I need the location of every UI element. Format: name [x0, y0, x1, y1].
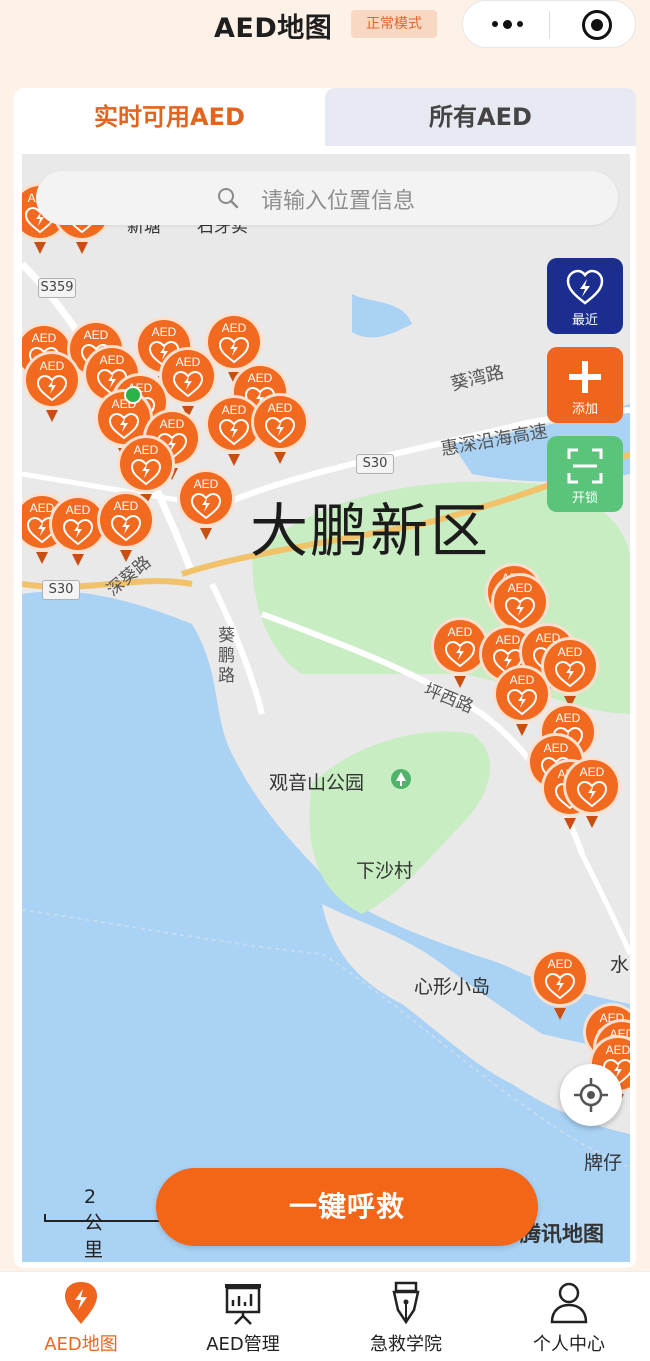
aed-marker[interactable]: AED [250, 392, 310, 466]
place-label-shui: 水 [610, 954, 630, 976]
tab-all-aed[interactable]: 所有AED [325, 88, 636, 146]
road-shield-s30: S30 [356, 454, 394, 474]
close-mini-program-icon[interactable] [582, 10, 612, 40]
aed-marker-label: AED [544, 741, 569, 755]
aed-marker-label: AED [84, 328, 109, 342]
aed-marker-label: AED [248, 371, 273, 385]
nav-label-aed-management: AED管理 [206, 1334, 280, 1355]
location-search-bar[interactable]: 请输入位置信息 [36, 171, 618, 225]
aed-marker-label: AED [222, 403, 247, 417]
current-location-dot [124, 386, 142, 404]
scan-frame-icon [567, 448, 603, 484]
scale-bar [44, 1214, 164, 1222]
scale-text: 2公里 [84, 1186, 104, 1261]
user-profile-icon [550, 1282, 588, 1324]
nav-item-aed-map[interactable]: AED地图 [0, 1272, 162, 1361]
place-label-xiasha-village: 下沙村 [356, 860, 414, 882]
aed-marker-label: AED [176, 355, 201, 369]
aed-marker-label: AED [194, 477, 219, 491]
search-icon [218, 188, 239, 209]
crosshair-icon [574, 1078, 608, 1112]
road-label-kuipeng: 葵鹏路 [218, 626, 235, 686]
bottom-tab-bar: AED地图 AED管理 急救学院 个人中心 [0, 1271, 650, 1361]
nearest-label: 最近 [571, 313, 598, 328]
aed-marker-label: AED [606, 1043, 630, 1057]
place-label-paizi: 牌仔 [584, 1152, 623, 1174]
mini-program-capsule [462, 0, 636, 48]
nav-label-first-aid-academy: 急救学院 [370, 1334, 442, 1355]
place-label-guanyinshan-park: 观音山公园 [269, 772, 365, 794]
emergency-call-button[interactable]: 一键呼救 [156, 1168, 538, 1246]
heart-bolt-icon [566, 269, 604, 305]
nearest-aed-button[interactable]: 最近 [547, 258, 623, 334]
more-options-icon[interactable] [487, 1, 527, 47]
aed-marker-label: AED [580, 765, 605, 779]
locate-me-button[interactable] [560, 1064, 622, 1126]
map-panel: 实时可用AED 所有AED 新塘 石牙实 大鹏新区 观音山公园 下沙村 心形小岛… [14, 88, 636, 1268]
aed-marker[interactable]: AED [562, 756, 622, 830]
aed-marker-label: AED [66, 503, 91, 517]
aed-marker-label: AED [558, 645, 583, 659]
app-title: AED地图 [214, 13, 333, 44]
map-view[interactable]: 新塘 石牙实 大鹏新区 观音山公园 下沙村 心形小岛 牌仔 水 葵湾路 惠深沿海… [22, 154, 630, 1262]
aed-marker-label: AED [114, 499, 139, 513]
nav-item-first-aid-academy[interactable]: 急救学院 [325, 1272, 487, 1361]
search-placeholder: 请输入位置信息 [261, 189, 416, 214]
capsule-divider [549, 11, 550, 39]
aed-marker[interactable]: AED [22, 350, 82, 424]
road-shield-s30-west: S30 [42, 580, 80, 600]
aed-marker-label: AED [134, 443, 159, 457]
aed-marker-label: AED [160, 417, 185, 431]
tab-available-aed[interactable]: 实时可用AED [14, 88, 325, 146]
aed-marker[interactable]: AED [530, 948, 590, 1022]
aed-marker-label: AED [510, 673, 535, 687]
aed-marker-label: AED [40, 359, 65, 373]
aed-marker-label: AED [268, 401, 293, 415]
place-label-heart-island: 心形小岛 [414, 976, 491, 998]
district-label: 大鹏新区 [250, 497, 491, 565]
add-aed-button[interactable]: 添加 [547, 347, 623, 423]
aed-marker[interactable]: AED [176, 468, 236, 542]
aed-marker[interactable]: AED [96, 490, 156, 564]
aed-marker-label: AED [152, 325, 177, 339]
unlock-label: 开锁 [571, 491, 598, 506]
add-label: 添加 [571, 402, 598, 417]
presentation-board-icon [225, 1284, 261, 1325]
aed-map-pin-icon [65, 1282, 97, 1324]
aed-marker-label: AED [100, 353, 125, 367]
plus-icon [569, 361, 601, 393]
aed-marker-label: AED [548, 957, 573, 971]
mode-badge: 正常模式 [351, 10, 437, 38]
aed-marker-label: AED [556, 711, 581, 725]
aed-marker-label: AED [508, 581, 533, 595]
nav-item-aed-management[interactable]: AED管理 [162, 1272, 324, 1361]
aed-marker-label: AED [222, 321, 247, 335]
scan-unlock-button[interactable]: 开锁 [547, 436, 623, 512]
aed-marker-label: AED [496, 633, 521, 647]
nav-label-profile: 个人中心 [533, 1334, 605, 1355]
aed-marker-label: AED [32, 331, 57, 345]
fountain-pen-icon [392, 1281, 420, 1325]
header-bar: AED地图 正常模式 [0, 0, 650, 56]
aed-marker-label: AED [448, 625, 473, 639]
park-tree-icon [391, 769, 411, 789]
road-shield-s359: S359 [38, 278, 76, 298]
nav-label-aed-map: AED地图 [44, 1334, 118, 1355]
nav-item-profile[interactable]: 个人中心 [488, 1272, 650, 1361]
